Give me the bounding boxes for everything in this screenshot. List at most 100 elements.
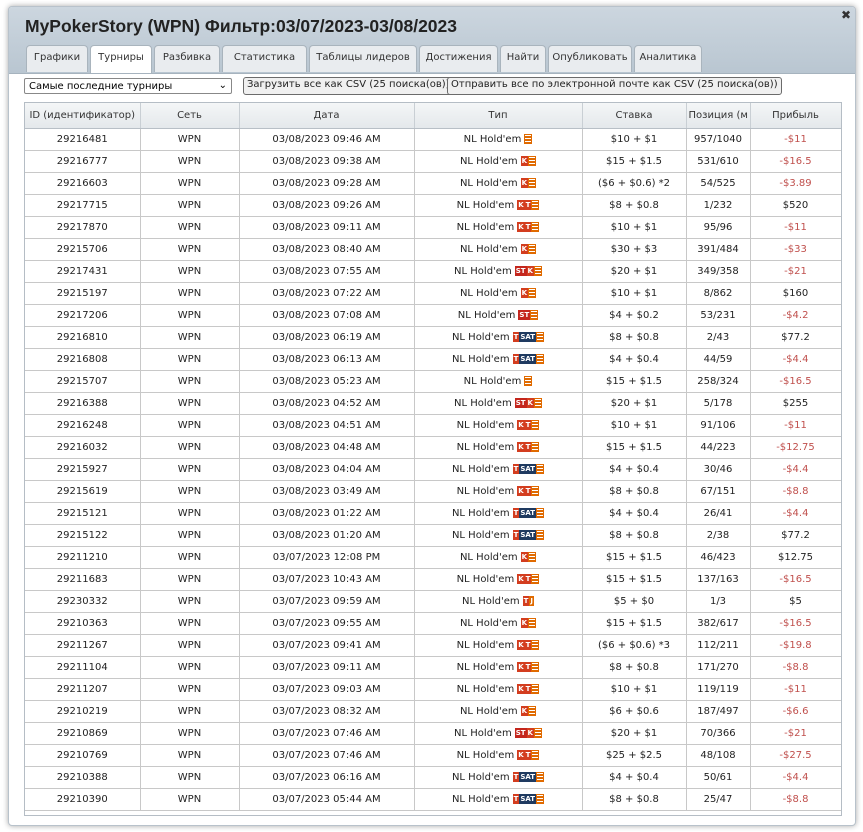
table-row[interactable]: 29210388 WPN 03/07/2023 06:16 AM NL Hold'em… bbox=[25, 766, 841, 789]
table-row[interactable]: 29211207 WPN 03/07/2023 09:03 AM NL Hold'em… bbox=[25, 678, 841, 701]
cell-stake: $30 + $3 bbox=[582, 238, 687, 261]
tournament-badges: TJ bbox=[522, 596, 535, 606]
column-header-stake[interactable]: Ставка bbox=[582, 103, 687, 129]
cell-date: 03/07/2023 09:59 AM bbox=[239, 590, 415, 613]
table-row[interactable]: 29217715 WPN 03/08/2023 09:26 AM NL Hold'em… bbox=[25, 194, 841, 217]
cell-profit: -$4.4 bbox=[750, 458, 841, 481]
cell-type: NL Hold'em T J bbox=[414, 590, 583, 613]
tab-publish[interactable]: Опубликовать bbox=[548, 45, 632, 72]
cell-stake: ($6 + $0.6) *2 bbox=[582, 172, 687, 195]
table-row[interactable]: 29210769 WPN 03/07/2023 07:46 AM NL Hold'em… bbox=[25, 744, 841, 767]
table-row[interactable]: 29215197 WPN 03/08/2023 07:22 AM NL Hold'em… bbox=[25, 282, 841, 305]
cell-date: 03/08/2023 01:22 AM bbox=[239, 502, 415, 525]
column-header-id[interactable]: ID (идентификатор) bbox=[25, 103, 141, 129]
cell-network: WPN bbox=[140, 788, 240, 811]
tab-find[interactable]: Найти bbox=[500, 45, 546, 72]
column-header-position[interactable]: Позиция (м bbox=[686, 103, 751, 129]
table-row[interactable]: 29216388 WPN 03/08/2023 04:52 AM NL Hold'em… bbox=[25, 392, 841, 415]
badge-k-icon: K bbox=[517, 750, 525, 760]
table-row[interactable]: 29210869 WPN 03/07/2023 07:46 AM NL Hold'em… bbox=[25, 722, 841, 745]
game-type-label: NL Hold'em bbox=[451, 530, 510, 541]
cell-date: 03/07/2023 10:43 AM bbox=[239, 568, 415, 591]
table-row[interactable]: 29217431 WPN 03/08/2023 07:55 AM NL Hold'em… bbox=[25, 260, 841, 283]
cell-stake: $8 + $0.8 bbox=[582, 480, 687, 503]
tournament-badges: ST K bbox=[514, 728, 542, 738]
cell-id: 29211207 bbox=[25, 678, 141, 701]
tournament-badges: K bbox=[520, 288, 537, 298]
tab-achievements[interactable]: Достижения bbox=[419, 45, 498, 72]
cell-position: 2/43 bbox=[686, 326, 751, 349]
table-row[interactable]: 29217870 WPN 03/08/2023 09:11 AM NL Hold'em… bbox=[25, 216, 841, 239]
badge-e-icon bbox=[531, 574, 540, 584]
cell-date: 03/08/2023 04:48 AM bbox=[239, 436, 415, 459]
table-row[interactable]: 29216777 WPN 03/08/2023 09:38 AM NL Hold'em… bbox=[25, 150, 841, 173]
tab-charts[interactable]: Графики bbox=[26, 45, 88, 72]
email-csv-button[interactable]: Отправить все по электронной почте как C… bbox=[447, 77, 782, 95]
close-icon[interactable]: ✖ bbox=[841, 8, 851, 22]
table-row[interactable]: 29216810 WPN 03/08/2023 06:19 AM NL Hold'em… bbox=[25, 326, 841, 349]
badge-k-icon: K bbox=[517, 486, 525, 496]
cell-network: WPN bbox=[140, 502, 240, 525]
table-row[interactable]: 29211104 WPN 03/07/2023 09:11 AM NL Hold'em… bbox=[25, 656, 841, 679]
badge-k-icon: K bbox=[517, 640, 525, 650]
table-row[interactable]: 29215706 WPN 03/08/2023 08:40 AM NL Hold'em… bbox=[25, 238, 841, 261]
tab-analytics[interactable]: Аналитика bbox=[634, 45, 702, 72]
cell-type: NL Hold'em K T bbox=[414, 656, 583, 679]
badge-t-icon: T bbox=[512, 464, 520, 474]
game-type-label: NL Hold'em bbox=[454, 728, 512, 739]
table-row[interactable]: 29210219 WPN 03/07/2023 08:32 AM NL Hold'em… bbox=[25, 700, 841, 723]
table-row[interactable]: 29215619 WPN 03/08/2023 03:49 AM NL Hold'em… bbox=[25, 480, 841, 503]
cell-id: 29215707 bbox=[25, 370, 141, 393]
table-row[interactable]: 29215927 WPN 03/08/2023 04:04 AM NL Hold'em… bbox=[25, 458, 841, 481]
column-header-date[interactable]: Дата bbox=[239, 103, 415, 129]
table-row[interactable]: 29210390 WPN 03/07/2023 05:44 AM NL Hold'em… bbox=[25, 788, 841, 811]
tab-leaderboards[interactable]: Таблицы лидеров bbox=[309, 45, 417, 72]
cell-position: 70/366 bbox=[686, 722, 751, 745]
table-row[interactable]: 29230332 WPN 03/07/2023 09:59 AM NL Hold'em… bbox=[25, 590, 841, 613]
poker-stats-window: MyPokerStory (WPN) Фильтр:03/07/2023-03/… bbox=[8, 6, 856, 826]
badge-k-icon: K bbox=[526, 398, 534, 408]
cell-type: NL Hold'em K T bbox=[414, 194, 583, 217]
tab-tournaments[interactable]: Турниры bbox=[90, 45, 152, 73]
game-type-label: NL Hold'em bbox=[456, 662, 515, 673]
cell-network: WPN bbox=[140, 326, 240, 349]
tournament-badges: KT bbox=[517, 420, 540, 430]
cell-network: WPN bbox=[140, 436, 240, 459]
table-row[interactable]: 29216032 WPN 03/08/2023 04:48 AM NL Hold'em… bbox=[25, 436, 841, 459]
table-row[interactable]: 29211683 WPN 03/07/2023 10:43 AM NL Hold'em… bbox=[25, 568, 841, 591]
tab-breakdown[interactable]: Разбивка bbox=[154, 45, 220, 72]
table-row[interactable]: 29211267 WPN 03/07/2023 09:41 AM NL Hold'em… bbox=[25, 634, 841, 657]
cell-date: 03/07/2023 09:03 AM bbox=[239, 678, 415, 701]
cell-stake: $8 + $0.8 bbox=[582, 194, 687, 217]
cell-profit: -$11 bbox=[750, 678, 841, 701]
table-row[interactable]: 29215121 WPN 03/08/2023 01:22 AM NL Hold'em… bbox=[25, 502, 841, 525]
badge-e-icon bbox=[528, 552, 537, 562]
tournament-badges: KT bbox=[517, 684, 540, 694]
download-csv-button[interactable]: Загрузить все как CSV (25 поиска(ов)) bbox=[243, 77, 454, 95]
tournament-badges bbox=[524, 376, 533, 386]
tournament-filter-select[interactable]: Самые последние турниры ⌄ bbox=[24, 78, 232, 94]
table-row[interactable]: 29211210 WPN 03/07/2023 12:08 PM NL Hold'em… bbox=[25, 546, 841, 569]
tab-statistics[interactable]: Статистика bbox=[222, 45, 307, 72]
column-header-network[interactable]: Сеть bbox=[140, 103, 240, 129]
cell-type: NL Hold'em K T bbox=[414, 634, 583, 657]
table-row[interactable]: 29215122 WPN 03/08/2023 01:20 AM NL Hold'em… bbox=[25, 524, 841, 547]
cell-id: 29215706 bbox=[25, 238, 141, 261]
column-header-type[interactable]: Тип bbox=[414, 103, 583, 129]
cell-profit: -$4.4 bbox=[750, 502, 841, 525]
cell-type: NL Hold'em ST K bbox=[414, 392, 583, 415]
cell-type: NL Hold'em K T bbox=[414, 678, 583, 701]
cell-date: 03/07/2023 09:41 AM bbox=[239, 634, 415, 657]
table-row[interactable]: 29210363 WPN 03/07/2023 09:55 AM NL Hold'em… bbox=[25, 612, 841, 635]
cell-position: 957/1040 bbox=[686, 128, 751, 151]
column-header-profit[interactable]: Прибыль bbox=[750, 103, 841, 129]
table-row[interactable]: 29216481 WPN 03/08/2023 09:46 AM NL Hold'em… bbox=[25, 128, 841, 151]
table-row[interactable]: 29217206 WPN 03/08/2023 07:08 AM NL Hold'em… bbox=[25, 304, 841, 327]
table-row[interactable]: 29215707 WPN 03/08/2023 05:23 AM NL Hold'em… bbox=[25, 370, 841, 393]
cell-position: 48/108 bbox=[686, 744, 751, 767]
table-row[interactable]: 29216603 WPN 03/08/2023 09:28 AM NL Hold'em… bbox=[25, 172, 841, 195]
table-row[interactable]: 29216808 WPN 03/08/2023 06:13 AM NL Hold'em… bbox=[25, 348, 841, 371]
game-type-label: NL Hold'em bbox=[459, 156, 518, 167]
cell-date: 03/08/2023 04:04 AM bbox=[239, 458, 415, 481]
table-row[interactable]: 29216248 WPN 03/08/2023 04:51 AM NL Hold'em… bbox=[25, 414, 841, 437]
